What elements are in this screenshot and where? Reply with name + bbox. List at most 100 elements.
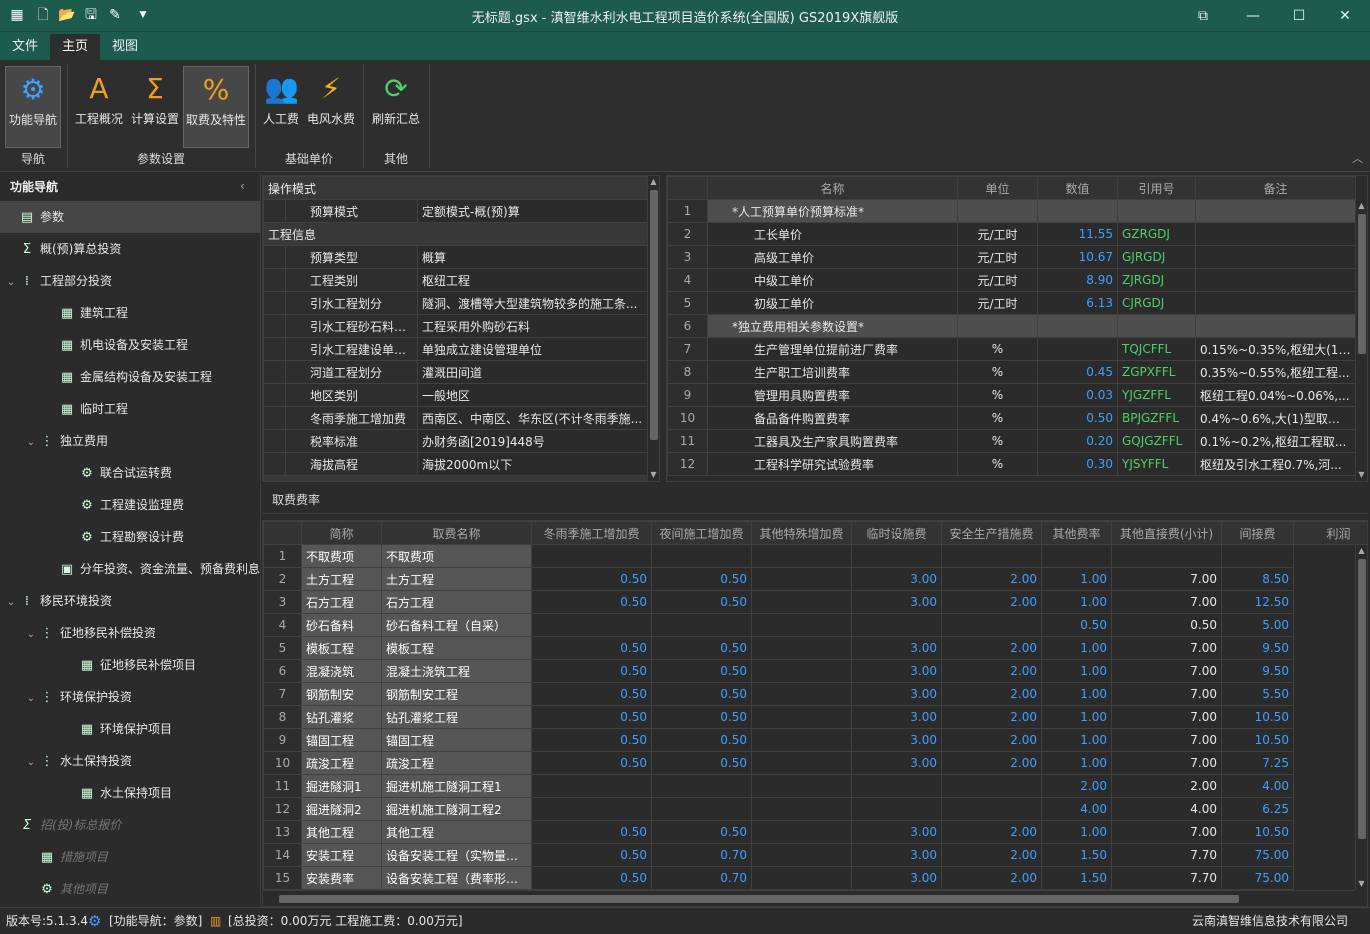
param-value[interactable]: 定额模式-概(预)算: [416, 199, 649, 223]
fee-name-cell[interactable]: 不取费项: [301, 544, 382, 568]
fee-value-cell[interactable]: 10.50: [1221, 705, 1294, 729]
fee-name-cell[interactable]: 土方工程: [301, 567, 382, 591]
nav-item[interactable]: ⌄ ⋮ 独立费用: [0, 425, 260, 457]
table-row[interactable]: 14 安装工程 设备安装工程（实物量形... 0.50 0.70 3.00 2.00 1.50…: [263, 843, 1368, 867]
fee-value-cell[interactable]: 10.50: [1221, 820, 1294, 844]
fee-value-cell[interactable]: 0.50: [651, 682, 752, 706]
table-row[interactable]: 6 混凝浇筑 混凝土浇筑工程 0.50 0.50 3.00 2.00 1.00 7.00 9.50: [263, 659, 1368, 683]
fee-value-cell[interactable]: 7.00: [1111, 751, 1222, 775]
fee-value-cell[interactable]: [1041, 544, 1112, 568]
fee-name-cell[interactable]: 掘进隧洞1: [301, 774, 382, 798]
nav-item[interactable]: ▦ 征地移民补偿项目: [0, 649, 260, 681]
fee-value-cell[interactable]: [851, 544, 942, 568]
fee-value-cell[interactable]: [751, 659, 852, 683]
fee-value-cell[interactable]: 0.50: [531, 843, 652, 867]
fee-value-cell[interactable]: 1.00: [1041, 820, 1112, 844]
fee-value-cell[interactable]: [531, 544, 652, 568]
fee-name-cell[interactable]: 疏浚工程: [381, 751, 532, 775]
fee-value-cell[interactable]: 0.50: [531, 682, 652, 706]
fee-value-cell[interactable]: 0.50: [531, 820, 652, 844]
nav-item[interactable]: ⚙ 联合试运转费: [0, 457, 260, 489]
fee-value-cell[interactable]: 10.50: [1221, 728, 1294, 752]
nav-item[interactable]: ▦ 临时工程: [0, 393, 260, 425]
table-row[interactable]: 1 不取费项 不取费项: [263, 544, 1368, 568]
fee-value-cell[interactable]: 0.70: [651, 843, 752, 867]
minimize-button[interactable]: —: [1238, 4, 1268, 28]
fee-value-cell[interactable]: [851, 774, 942, 798]
fee-name-cell[interactable]: 土方工程: [381, 567, 532, 591]
fee-value-cell[interactable]: 12.50: [1221, 590, 1294, 614]
param-row[interactable]: 地区类别 一般地区: [263, 383, 649, 407]
fee-vscroll[interactable]: ▲ ▼: [1355, 545, 1367, 890]
fee-value-cell[interactable]: 4.00: [1111, 797, 1222, 821]
labor-scrollbar[interactable]: ▲ ▼: [1355, 200, 1367, 481]
fee-name-cell[interactable]: 设备安装工程（实物量形...: [381, 843, 532, 867]
param-value[interactable]: 工程采用外购砂石料: [416, 314, 649, 338]
restore-ribbon-icon[interactable]: ⧉: [1188, 4, 1218, 28]
fee-value-cell[interactable]: 3.00: [851, 590, 942, 614]
item-value[interactable]: 6.13: [1037, 291, 1118, 315]
param-row[interactable]: 预算模式 定额模式-概(预)算: [263, 199, 649, 223]
fee-value-cell[interactable]: 4.00: [1221, 774, 1294, 798]
table-row[interactable]: 9 管理用具购置费率% 0.03 YJGZFFL 枢纽工程0.04%~0.06%,...: [667, 383, 1356, 407]
calc-settings-button[interactable]: Σ 计算设置: [128, 66, 182, 148]
fee-value-cell[interactable]: 8.50: [1221, 567, 1294, 591]
fee-value-cell[interactable]: 0.50: [651, 751, 752, 775]
table-row[interactable]: 12 掘进隧洞2 掘进机施工隧洞工程2 4.00 4.00 6.25: [263, 797, 1368, 821]
fee-value-cell[interactable]: 7.00: [1111, 705, 1222, 729]
param-value[interactable]: 办财务函[2019]448号: [416, 429, 649, 453]
table-row[interactable]: 2 土方工程 土方工程 0.50 0.50 3.00 2.00 1.00 7.00 8.50: [263, 567, 1368, 591]
item-value[interactable]: 10.67: [1037, 245, 1118, 269]
table-row[interactable]: 6 *独立费用相关参数设置*: [667, 314, 1356, 338]
fee-name-cell[interactable]: 不取费项: [381, 544, 532, 568]
nav-item[interactable]: ⌄ ⋮ 水土保持投资: [0, 745, 260, 777]
fee-value-cell[interactable]: 7.00: [1111, 820, 1222, 844]
fee-value-cell[interactable]: [1221, 544, 1294, 568]
fee-name-cell[interactable]: 钢筋制安工程: [381, 682, 532, 706]
fee-value-cell[interactable]: [851, 613, 942, 637]
fee-value-cell[interactable]: 0.50: [531, 659, 652, 683]
fee-value-cell[interactable]: 1.00: [1041, 659, 1112, 683]
fee-value-cell[interactable]: 2.00: [941, 843, 1042, 867]
fee-value-cell[interactable]: 0.50: [651, 728, 752, 752]
fee-value-cell[interactable]: 7.70: [1111, 843, 1222, 867]
fee-value-cell[interactable]: [651, 797, 752, 821]
fee-name-cell[interactable]: 砂石备料: [301, 613, 382, 637]
fee-value-cell[interactable]: 2.00: [1041, 774, 1112, 798]
fee-value-cell[interactable]: 2.00: [941, 820, 1042, 844]
table-row[interactable]: 4 中级工单价 元/工时 8.90 ZJRGDJ: [667, 268, 1356, 292]
fee-col-header[interactable]: 利润: [1293, 521, 1367, 545]
fee-value-cell[interactable]: 2.00: [941, 682, 1042, 706]
fee-value-cell[interactable]: [751, 613, 852, 637]
param-value[interactable]: 西南区、中南区、华东区(不计冬雨季施...: [416, 406, 649, 430]
fee-col-header[interactable]: 其他特殊增加费: [751, 521, 852, 545]
col-value[interactable]: 数值: [1037, 176, 1118, 200]
fee-value-cell[interactable]: 7.00: [1111, 636, 1222, 660]
fee-name-cell[interactable]: 钻孔灌浆工程: [381, 705, 532, 729]
fee-value-cell[interactable]: 3.00: [851, 705, 942, 729]
item-value[interactable]: 0.45: [1037, 360, 1118, 384]
fee-value-cell[interactable]: 4.00: [1041, 797, 1112, 821]
table-row[interactable]: 12 工程科学研究试验费率% 0.30 YJSYFFL 枢纽及引水工程0.7%,河...: [667, 452, 1356, 476]
refresh-summary-button[interactable]: ⟳ 刷新汇总: [368, 66, 424, 148]
fee-name-cell[interactable]: 混凝浇筑: [301, 659, 382, 683]
nav-item[interactable]: ▦ 建筑工程: [0, 297, 260, 329]
fee-value-cell[interactable]: [751, 590, 852, 614]
param-value[interactable]: 一般地区: [416, 383, 649, 407]
fee-name-cell[interactable]: 模板工程: [381, 636, 532, 660]
fee-value-cell[interactable]: 1.00: [1041, 705, 1112, 729]
fee-value-cell[interactable]: 0.50: [531, 866, 652, 890]
fee-value-cell[interactable]: 7.00: [1111, 682, 1222, 706]
nav-item[interactable]: ▦ 机电设备及安装工程: [0, 329, 260, 361]
tab-fee-rate[interactable]: 取费费率: [272, 491, 320, 508]
fee-value-cell[interactable]: 0.50: [1111, 613, 1222, 637]
nav-item[interactable]: ⚙ 其他项目: [0, 873, 260, 905]
fee-value-cell[interactable]: 3.00: [851, 682, 942, 706]
fee-value-cell[interactable]: 0.50: [531, 590, 652, 614]
fee-value-cell[interactable]: 2.00: [941, 728, 1042, 752]
menu-home[interactable]: 主页: [50, 34, 101, 60]
fee-value-cell[interactable]: 2.00: [1111, 774, 1222, 798]
table-row[interactable]: 5 初级工单价 元/工时 6.13 CJRGDJ: [667, 291, 1356, 315]
fee-value-cell[interactable]: [751, 797, 852, 821]
fee-name-cell[interactable]: 安装费率: [301, 866, 382, 890]
